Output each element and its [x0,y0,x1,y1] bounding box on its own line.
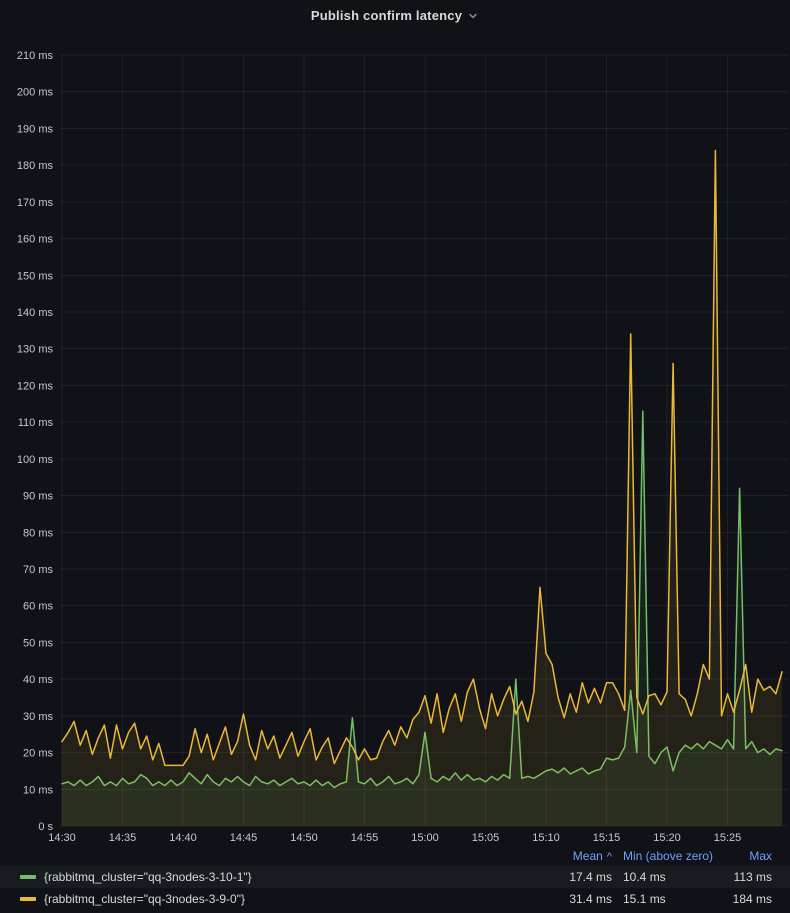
legend-col-max[interactable]: Max [725,849,772,863]
legend-series-cell: {rabbitmq_cluster="qq-3nodes-3-10-1"} [0,870,532,884]
y-axis-label: 10 ms [23,784,53,796]
y-axis-label: 180 ms [17,160,54,172]
x-axis-label: 14:55 [351,832,379,844]
y-axis-label: 60 ms [23,601,53,613]
y-axis-label: 30 ms [23,711,53,723]
x-axis-label: 14:40 [169,832,197,844]
x-axis-label: 15:00 [411,832,439,844]
x-axis-label: 15:10 [532,832,560,844]
y-axis-label: 140 ms [17,307,54,319]
series-min-value: 10.4 ms [612,870,725,884]
legend-col-mean[interactable]: Mean^ [532,849,612,863]
y-axis-label: 200 ms [17,87,54,99]
y-axis-label: 170 ms [17,197,54,209]
y-axis-label: 110 ms [18,417,54,429]
series-color-swatch[interactable] [20,897,36,901]
series-min-value: 15.1 ms [612,892,725,906]
x-axis-label: 15:25 [714,832,742,844]
series-color-swatch[interactable] [20,875,36,879]
series-max-value: 113 ms [725,870,772,884]
y-axis-label: 130 ms [17,344,54,356]
grafana-panel: Publish confirm latency 0 s10 ms20 ms30 … [0,0,790,913]
panel-title-menu[interactable]: Publish confirm latency [0,0,790,30]
y-axis-label: 100 ms [17,454,54,466]
y-axis-label: 190 ms [17,123,54,135]
legend-table: Mean^ Min (above zero) Max {rabbitmq_clu… [0,846,790,913]
legend-row: {rabbitmq_cluster="qq-3nodes-3-10-1"} 17… [0,866,790,888]
series-mean-value: 31.4 ms [532,892,612,906]
legend-series-cell: {rabbitmq_cluster="qq-3nodes-3-9-0"} [0,892,532,906]
x-axis-label: 14:30 [48,832,76,844]
y-axis-label: 80 ms [23,527,53,539]
y-axis-label: 120 ms [17,380,54,392]
legend-col-max-label: Max [749,849,772,863]
latency-time-series-chart[interactable]: 0 s10 ms20 ms30 ms40 ms50 ms60 ms70 ms80… [0,0,790,846]
y-axis-label: 90 ms [23,491,53,503]
x-axis-label: 15:05 [472,832,500,844]
y-axis-label: 210 ms [17,50,54,62]
x-axis-label: 14:45 [230,832,258,844]
panel-title: Publish confirm latency [311,8,462,23]
series-area-1 [62,151,782,827]
legend-col-mean-label: Mean [573,849,603,863]
series-name[interactable]: {rabbitmq_cluster="qq-3nodes-3-10-1"} [44,870,252,884]
y-axis-label: 50 ms [23,637,53,649]
legend-rows: {rabbitmq_cluster="qq-3nodes-3-10-1"} 17… [0,866,790,910]
y-axis-label: 40 ms [23,674,53,686]
y-axis-label: 160 ms [17,234,54,246]
y-axis-label: 150 ms [17,270,54,282]
legend-col-min-label: Min (above zero) [623,849,713,863]
legend-col-min-above-zero[interactable]: Min (above zero) [612,849,725,863]
legend-row: {rabbitmq_cluster="qq-3nodes-3-9-0"} 31.… [0,888,790,910]
x-axis-label: 14:50 [290,832,318,844]
y-axis-label: 20 ms [23,748,53,760]
chevron-down-icon [467,10,479,22]
series-name[interactable]: {rabbitmq_cluster="qq-3nodes-3-9-0"} [44,892,245,906]
series-max-value: 184 ms [725,892,772,906]
x-axis-label: 15:20 [653,832,681,844]
x-axis-label: 14:35 [109,832,137,844]
y-axis-label: 70 ms [23,564,53,576]
x-axis-label: 15:15 [593,832,621,844]
legend-header-row: Mean^ Min (above zero) Max [0,846,790,866]
series-mean-value: 17.4 ms [532,870,612,884]
